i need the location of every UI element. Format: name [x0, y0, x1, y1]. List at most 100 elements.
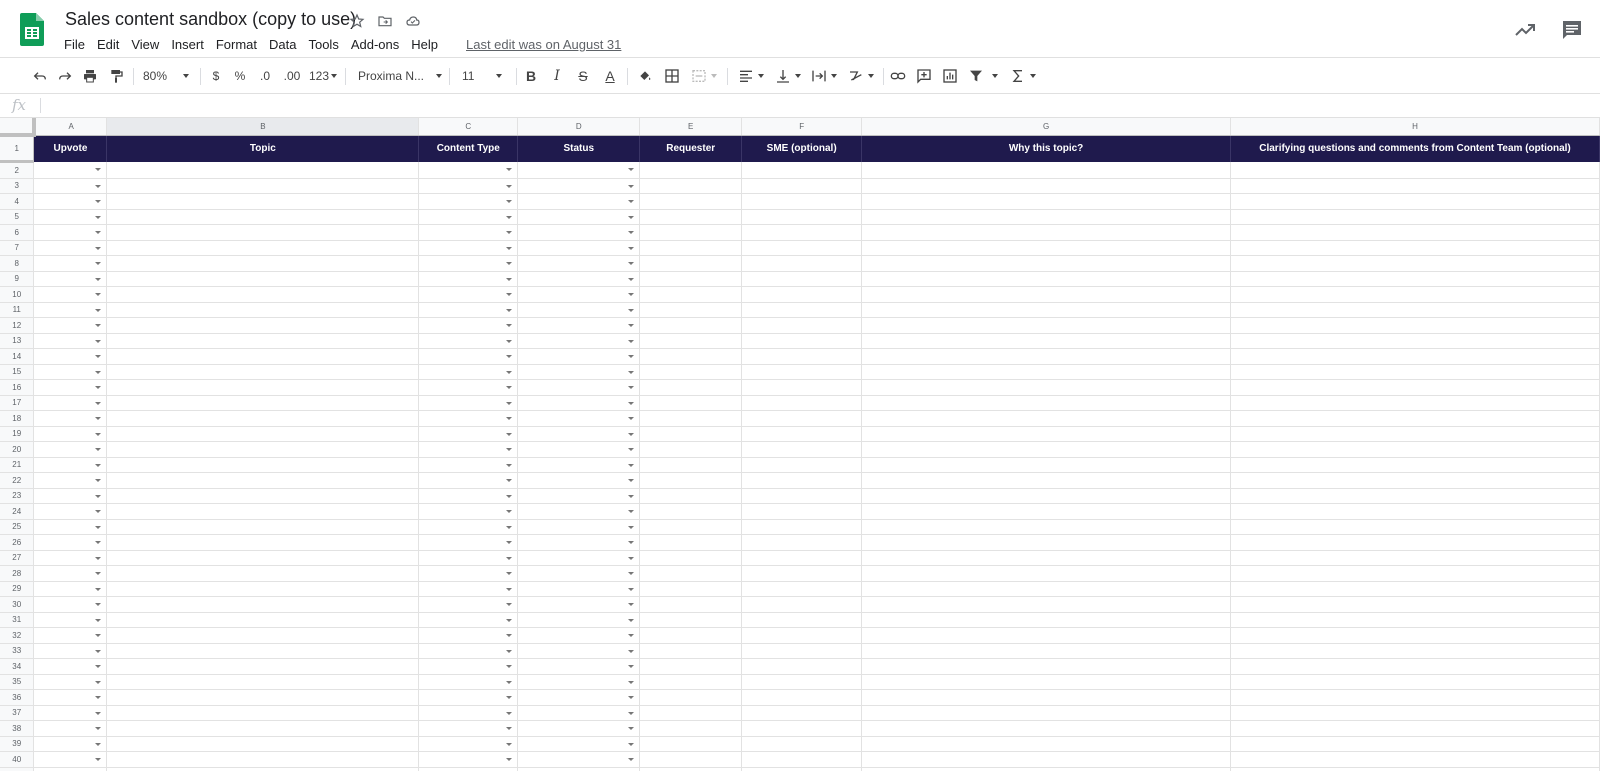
cell-d[interactable] — [517, 767, 641, 771]
dropdown-arrow-icon[interactable] — [628, 696, 635, 699]
dropdown-arrow-icon[interactable] — [506, 167, 513, 171]
cell-h[interactable] — [1230, 674, 1600, 690]
cell-h[interactable] — [1230, 612, 1600, 628]
cell-e[interactable] — [639, 689, 743, 706]
dropdown-arrow-icon[interactable] — [95, 665, 102, 668]
column-header-e[interactable]: E — [639, 118, 743, 136]
row-number[interactable]: 23 — [0, 488, 35, 504]
cell-c[interactable] — [418, 674, 519, 690]
dropdown-arrow-icon[interactable] — [95, 448, 102, 451]
cell-d[interactable] — [517, 333, 641, 349]
font-family-select[interactable]: Proxima N... — [358, 64, 442, 88]
dropdown-arrow-icon[interactable] — [628, 711, 635, 715]
cell-g[interactable] — [861, 426, 1231, 442]
cell-d[interactable] — [517, 736, 641, 752]
cell-h[interactable] — [1230, 720, 1600, 737]
row-number[interactable]: 27 — [0, 550, 35, 566]
dropdown-arrow-icon[interactable] — [506, 556, 513, 560]
cell-e[interactable] — [639, 426, 743, 442]
cell-h[interactable] — [1230, 550, 1600, 566]
dropdown-arrow-icon[interactable] — [95, 463, 102, 467]
insert-chart-icon[interactable] — [940, 64, 960, 88]
cell-b[interactable] — [106, 379, 420, 396]
cell-h[interactable] — [1230, 426, 1600, 442]
cell-b[interactable] — [106, 333, 420, 349]
cell-f[interactable] — [741, 317, 863, 334]
row-number[interactable]: 19 — [0, 426, 35, 442]
cell-g[interactable] — [861, 348, 1231, 365]
dropdown-arrow-icon[interactable] — [95, 246, 102, 250]
dropdown-arrow-icon[interactable] — [506, 231, 513, 234]
header-cell-why-this-topic[interactable]: Why this topic? — [861, 135, 1231, 162]
cell-f[interactable] — [741, 410, 863, 427]
cell-a[interactable] — [33, 503, 108, 520]
dropdown-arrow-icon[interactable] — [628, 262, 635, 265]
cell-c[interactable] — [418, 736, 519, 752]
cell-e[interactable] — [639, 767, 743, 771]
column-header-h[interactable]: H — [1230, 118, 1600, 136]
cell-b[interactable] — [106, 751, 420, 768]
cell-d[interactable] — [517, 581, 641, 597]
cell-f[interactable] — [741, 395, 863, 411]
cell-d[interactable] — [517, 658, 641, 675]
dropdown-arrow-icon[interactable] — [506, 634, 513, 637]
insert-link-icon[interactable] — [888, 64, 908, 88]
cell-a[interactable] — [33, 178, 108, 194]
dropdown-arrow-icon[interactable] — [628, 494, 635, 498]
cell-g[interactable] — [861, 720, 1231, 737]
dropdown-arrow-icon[interactable] — [628, 665, 635, 668]
cell-e[interactable] — [639, 302, 743, 318]
dropdown-arrow-icon[interactable] — [628, 308, 635, 312]
filter-icon[interactable] — [965, 64, 1001, 88]
cell-d[interactable] — [517, 751, 641, 768]
cell-h[interactable] — [1230, 736, 1600, 752]
cell-g[interactable] — [861, 658, 1231, 675]
dropdown-arrow-icon[interactable] — [506, 370, 513, 374]
cell-e[interactable] — [639, 255, 743, 272]
cell-a[interactable] — [33, 286, 108, 303]
cell-h[interactable] — [1230, 302, 1600, 318]
row-number[interactable]: 40 — [0, 751, 35, 768]
cell-g[interactable] — [861, 550, 1231, 566]
row-number[interactable]: 28 — [0, 565, 35, 582]
cell-e[interactable] — [639, 596, 743, 613]
cell-a[interactable] — [33, 767, 108, 771]
cell-b[interactable] — [106, 612, 420, 628]
row-number[interactable]: 12 — [0, 317, 35, 334]
cell-a[interactable] — [33, 410, 108, 427]
dropdown-arrow-icon[interactable] — [628, 634, 635, 637]
cell-e[interactable] — [639, 317, 743, 334]
vertical-align-icon[interactable] — [772, 64, 804, 88]
cell-e[interactable] — [639, 612, 743, 628]
cell-a[interactable] — [33, 193, 108, 210]
cell-a[interactable] — [33, 658, 108, 675]
row-number[interactable]: 5 — [0, 209, 35, 225]
dropdown-arrow-icon[interactable] — [628, 727, 635, 730]
row-number[interactable]: 36 — [0, 689, 35, 706]
cell-c[interactable] — [418, 612, 519, 628]
cell-b[interactable] — [106, 643, 420, 659]
cell-b[interactable] — [106, 395, 420, 411]
dropdown-arrow-icon[interactable] — [628, 231, 635, 234]
dropdown-arrow-icon[interactable] — [506, 386, 513, 389]
menu-format[interactable]: Format — [210, 35, 263, 54]
cell-f[interactable] — [741, 503, 863, 520]
cell-d[interactable] — [517, 161, 641, 179]
last-edit-link[interactable]: Last edit was on August 31 — [466, 37, 621, 52]
cell-e[interactable] — [639, 193, 743, 210]
cell-f[interactable] — [741, 767, 863, 771]
cell-b[interactable] — [106, 550, 420, 566]
cell-d[interactable] — [517, 674, 641, 690]
row-number[interactable]: 16 — [0, 379, 35, 396]
cell-g[interactable] — [861, 333, 1231, 349]
cell-f[interactable] — [741, 565, 863, 582]
cell-g[interactable] — [861, 457, 1231, 473]
cell-h[interactable] — [1230, 658, 1600, 675]
dropdown-arrow-icon[interactable] — [628, 215, 635, 219]
cell-e[interactable] — [639, 457, 743, 473]
header-cell-topic[interactable]: Topic — [106, 135, 420, 162]
row-number[interactable]: 26 — [0, 534, 35, 551]
cell-c[interactable] — [418, 596, 519, 613]
column-header-b[interactable]: B — [106, 118, 420, 136]
dropdown-arrow-icon[interactable] — [506, 742, 513, 746]
